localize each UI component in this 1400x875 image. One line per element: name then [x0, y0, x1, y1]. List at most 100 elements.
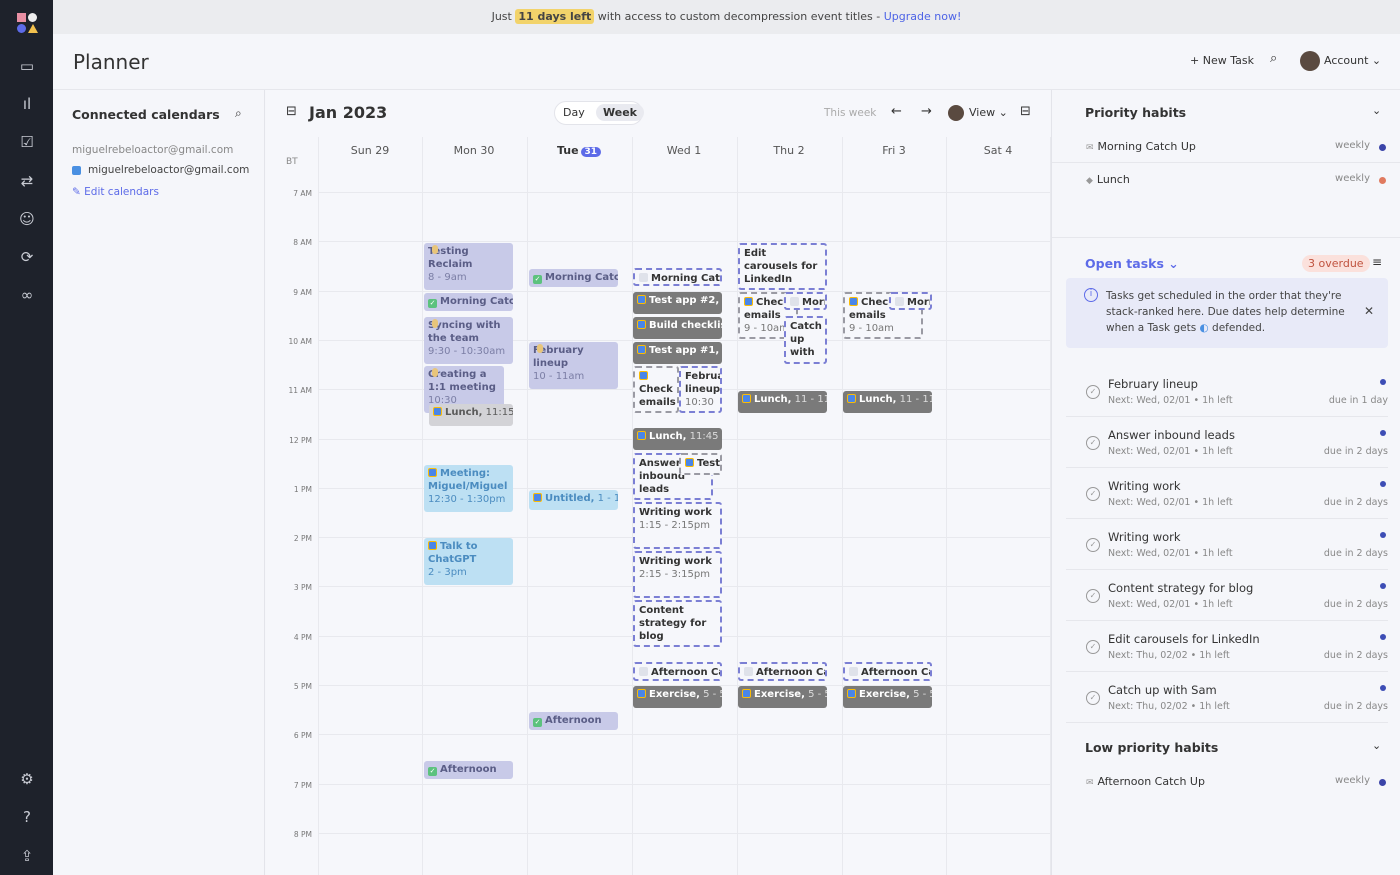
week-view-button[interactable]: Week [596, 104, 644, 121]
calendar-item[interactable]: miguelrebeloactor@gmail.com [88, 164, 249, 176]
info-icon: i [1084, 288, 1098, 302]
search-icon[interactable]: ⌕ [1270, 51, 1277, 66]
open-tasks-dropdown[interactable]: Open tasks ⌄ [1085, 256, 1179, 271]
complete-task-checkbox[interactable]: ✓ [1086, 640, 1100, 654]
calendar-event[interactable]: Lunch, 11:45 - 12 [633, 428, 722, 450]
calendar-event[interactable]: ✓ Afternoon [529, 712, 618, 730]
help-icon[interactable]: ? [17, 807, 37, 827]
hourglass-icon [432, 245, 438, 254]
day-header[interactable]: Tue 31 [527, 144, 631, 157]
sync-icon[interactable]: ⟳ [17, 247, 37, 267]
share-icon[interactable]: ⇪ [17, 846, 37, 866]
calendar-icon[interactable]: ▭ [17, 56, 37, 76]
day-header[interactable]: Mon 30 [422, 144, 526, 157]
upgrade-link[interactable]: Upgrade now! [884, 10, 962, 23]
calendar-event[interactable]: Lunch, 11 - 11:30 [738, 391, 827, 413]
complete-task-checkbox[interactable]: ✓ [1086, 487, 1100, 501]
day-view-button[interactable]: Day [563, 106, 585, 119]
next-week-arrow-icon[interactable]: → [921, 104, 932, 119]
calendar-event[interactable]: Test [679, 453, 722, 475]
complete-task-checkbox[interactable]: ✓ [1086, 538, 1100, 552]
view-menu[interactable]: View ⌄ [969, 106, 1008, 119]
habits-icon[interactable]: ⇄ [17, 171, 37, 191]
stats-icon[interactable]: ıl [17, 94, 37, 114]
calendar-event[interactable]: Talk to ChatGPT 2 - 3pm [424, 538, 513, 585]
logo[interactable] [17, 13, 38, 33]
habit-item[interactable]: ✉ Afternoon Catch Up weekly [1086, 775, 1388, 788]
calendar-event[interactable]: Afternoon Catch Up [843, 662, 932, 681]
calendar-event[interactable]: Catch up with [784, 316, 827, 364]
calendar-event[interactable]: Content strategy for blog [633, 600, 722, 647]
task-item[interactable]: ✓ February lineup Next: Wed, 02/01 • 1h le… [1066, 367, 1388, 417]
team-icon[interactable]: ☺ [17, 209, 37, 229]
calendar-event[interactable]: Syncing with the team 9:30 - 10:30am [424, 317, 513, 364]
tasks-icon[interactable]: ☑ [17, 132, 37, 152]
calendar-event[interactable]: Exercise, 5 - 5:30 [738, 686, 827, 708]
calendar-event[interactable]: Morning [784, 292, 827, 310]
search-icon[interactable]: ⌕ [235, 106, 242, 121]
complete-task-checkbox[interactable]: ✓ [1086, 385, 1100, 399]
task-title: Writing work [1108, 479, 1181, 493]
calendar-event[interactable]: ✓ Afternoon [424, 761, 513, 779]
collapse-left-icon[interactable]: ⊟ [286, 104, 297, 119]
chevron-down-icon[interactable]: ⌄ [1372, 104, 1381, 117]
calendar-event[interactable]: ✓Morning Catch Up [529, 269, 618, 287]
complete-task-checkbox[interactable]: ✓ [1086, 436, 1100, 450]
task-item[interactable]: ✓ Writing work Next: Wed, 02/01 • 1h left d… [1066, 520, 1388, 570]
calendar-event[interactable]: Edit carousels for LinkedIn8 - 9am [738, 243, 827, 290]
complete-task-checkbox[interactable]: ✓ [1086, 589, 1100, 603]
calendar-event[interactable]: Test app #2, 9 [633, 292, 722, 314]
account-menu[interactable]: Account ⌄ [1324, 54, 1381, 67]
calendar-event[interactable]: Untitled, 1 - 1:30 [529, 490, 618, 510]
day-header[interactable]: Wed 1 [632, 144, 736, 157]
task-item[interactable]: ✓ Content strategy for blog Next: Wed, 02/… [1066, 571, 1388, 621]
calendar-event[interactable]: Exercise, 5 - 5:30 [843, 686, 932, 708]
overdue-badge[interactable]: 3 overdue [1302, 255, 1370, 272]
event-title: Afternoon [545, 715, 602, 726]
calendar-color-swatch[interactable] [72, 166, 81, 175]
task-item[interactable]: ✓ Edit carousels for LinkedIn Next: Thu, 0… [1066, 622, 1388, 672]
calendar-event[interactable]: ✓Morning Catch Up [424, 293, 513, 311]
day-header[interactable]: Fri 3 [842, 144, 946, 157]
calendar-event[interactable]: Lunch, 11:15 - 1 [429, 404, 513, 426]
event-time: 2:15 - 3:15pm [639, 569, 710, 580]
priority-dot [1380, 481, 1386, 487]
filter-icon[interactable]: ≡ [1372, 255, 1382, 269]
habit-item[interactable]: ◆ Lunch weekly [1086, 173, 1388, 186]
complete-task-checkbox[interactable]: ✓ [1086, 691, 1100, 705]
calendar-event[interactable]: Exercise, 5 - 5:30 [633, 686, 722, 708]
previous-week-arrow-icon[interactable]: ← [891, 104, 902, 119]
task-item[interactable]: ✓ Catch up with Sam Next: Thu, 02/02 • 1h … [1066, 673, 1388, 723]
calendar-event[interactable]: February lineup 10 - 11am [529, 342, 618, 389]
calendar-event[interactable]: Morning [889, 292, 932, 310]
task-item[interactable]: ✓ Writing work Next: Wed, 02/01 • 1h left d… [1066, 469, 1388, 519]
calendar-event[interactable]: Check emails10:30 - [633, 366, 679, 413]
close-icon[interactable]: ✕ [1364, 303, 1374, 319]
day-header[interactable]: Sun 29 [318, 144, 422, 157]
gcal-icon [533, 493, 542, 502]
calendar-event[interactable]: Afternoon Catch Up [738, 662, 827, 681]
calendar-event[interactable]: Writing work 2:15 - 3:15pm [633, 551, 722, 598]
event-title: Test app #1, [649, 345, 720, 356]
calendar-event[interactable]: February lineup 10:30 - [679, 366, 722, 413]
avatar[interactable] [1300, 51, 1320, 71]
calendar-event[interactable]: Build checklist [633, 317, 722, 339]
calendar-event[interactable]: Meeting: Miguel/Miguel 12:30 - 1:30pm [424, 465, 513, 512]
settings-icon[interactable]: ⚙ [17, 769, 37, 789]
habit-item[interactable]: ✉ Morning Catch Up weekly [1086, 140, 1388, 153]
calendar-event[interactable]: Writing work 1:15 - 2:15pm [633, 502, 722, 549]
link-icon[interactable]: ∞ [17, 285, 37, 305]
collapse-right-icon[interactable]: ⊟ [1020, 104, 1031, 119]
calendar-event[interactable]: Afternoon Catch Up [633, 662, 722, 681]
new-task-button[interactable]: + New Task [1190, 54, 1254, 67]
calendar-event[interactable]: Test app #1, 10 [633, 342, 722, 364]
calendar-event[interactable]: Testing Reclaim 8 - 9am [424, 243, 513, 290]
this-week-button[interactable]: This week [824, 107, 876, 119]
day-header[interactable]: Sat 4 [946, 144, 1050, 157]
chevron-down-icon[interactable]: ⌄ [1372, 739, 1381, 752]
task-item[interactable]: ✓ Answer inbound leads Next: Wed, 02/01 • … [1066, 418, 1388, 468]
day-header[interactable]: Thu 2 [737, 144, 841, 157]
edit-calendars-link[interactable]: ✎ Edit calendars [72, 186, 159, 198]
calendar-event[interactable]: Lunch, 11 - 11:30 [843, 391, 932, 413]
calendar-event[interactable]: Morning Catch Up [633, 268, 722, 286]
